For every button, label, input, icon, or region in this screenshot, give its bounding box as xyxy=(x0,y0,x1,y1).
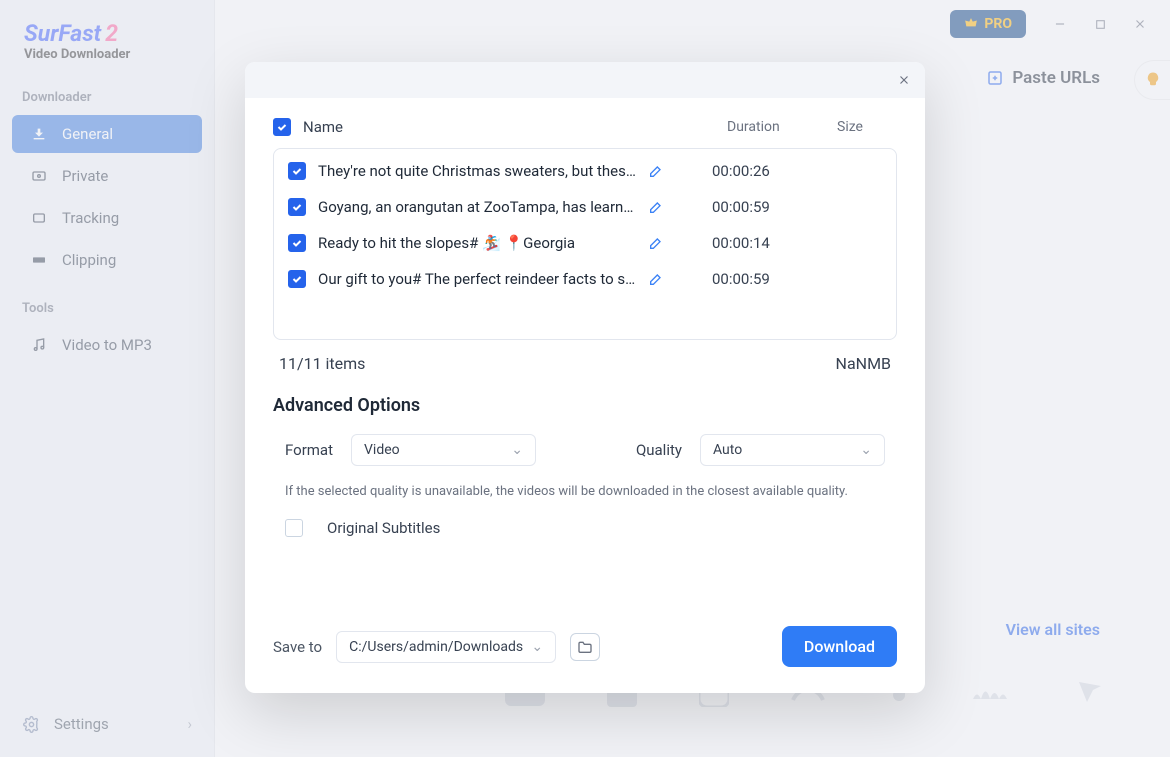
save-path-select[interactable]: C:/Users/admin/Downloads ⌄ xyxy=(336,631,556,663)
item-title: Our gift to you# The perfect reindeer fa… xyxy=(318,270,638,288)
edit-icon[interactable] xyxy=(648,199,666,215)
items-list: They're not quite Christmas sweaters, bu… xyxy=(273,148,897,340)
subtitles-row: Original Subtitles xyxy=(273,515,897,555)
list-item[interactable]: Our gift to you# The perfect reindeer fa… xyxy=(274,261,896,297)
col-duration: Duration xyxy=(727,119,837,135)
edit-icon[interactable] xyxy=(648,235,666,251)
item-duration: 00:00:59 xyxy=(712,270,822,288)
item-title: Goyang, an orangutan at ZooTampa, has le… xyxy=(318,198,638,216)
subtitles-checkbox[interactable] xyxy=(285,519,303,537)
subtitles-label: Original Subtitles xyxy=(327,519,440,537)
item-duration: 00:00:59 xyxy=(712,198,822,216)
total-size: NaNMB xyxy=(836,354,891,373)
items-summary: 11/11 items NaNMB xyxy=(273,340,897,377)
format-select[interactable]: Video ⌄ xyxy=(351,434,536,466)
close-icon xyxy=(897,73,911,87)
advanced-row: Format Video ⌄ Quality Auto ⌄ xyxy=(273,430,897,476)
save-to-label: Save to xyxy=(273,638,322,656)
list-header: Name Duration Size xyxy=(273,112,897,148)
item-duration: 00:00:14 xyxy=(712,234,822,252)
item-count: 11/11 items xyxy=(279,354,365,373)
folder-icon xyxy=(577,640,593,654)
quality-label: Quality xyxy=(636,441,682,459)
chevron-down-icon: ⌄ xyxy=(860,442,872,458)
modal-close-button[interactable] xyxy=(897,73,911,87)
col-name: Name xyxy=(303,118,343,136)
list-item[interactable]: Goyang, an orangutan at ZooTampa, has le… xyxy=(274,189,896,225)
download-button[interactable]: Download xyxy=(782,626,897,667)
col-size: Size xyxy=(837,119,897,135)
item-duration: 00:00:26 xyxy=(712,162,822,180)
edit-icon[interactable] xyxy=(648,163,666,179)
item-title: Ready to hit the slopes# 🏂 📍Georgia xyxy=(318,234,638,252)
list-item[interactable]: Ready to hit the slopes# 🏂 📍Georgia 00:0… xyxy=(274,225,896,261)
advanced-options-title: Advanced Options xyxy=(273,377,897,430)
format-label: Format xyxy=(285,441,333,459)
download-modal: Name Duration Size They're not quite Chr… xyxy=(245,62,925,693)
select-all-checkbox[interactable] xyxy=(273,118,291,136)
item-checkbox[interactable] xyxy=(288,162,306,180)
items-scroll[interactable]: They're not quite Christmas sweaters, bu… xyxy=(274,149,896,339)
item-title: They're not quite Christmas sweaters, bu… xyxy=(318,162,638,180)
list-item[interactable]: They're not quite Christmas sweaters, bu… xyxy=(274,153,896,189)
edit-icon[interactable] xyxy=(648,271,666,287)
quality-select[interactable]: Auto ⌄ xyxy=(700,434,885,466)
modal-footer: Save to C:/Users/admin/Downloads ⌄ Downl… xyxy=(245,612,925,693)
modal-header xyxy=(245,62,925,98)
item-checkbox[interactable] xyxy=(288,270,306,288)
item-checkbox[interactable] xyxy=(288,198,306,216)
item-checkbox[interactable] xyxy=(288,234,306,252)
chevron-down-icon: ⌄ xyxy=(511,442,523,458)
browse-folder-button[interactable] xyxy=(570,633,600,661)
chevron-down-icon: ⌄ xyxy=(531,639,543,655)
quality-note: If the selected quality is unavailable, … xyxy=(273,476,897,515)
modal-body: Name Duration Size They're not quite Chr… xyxy=(245,98,925,612)
